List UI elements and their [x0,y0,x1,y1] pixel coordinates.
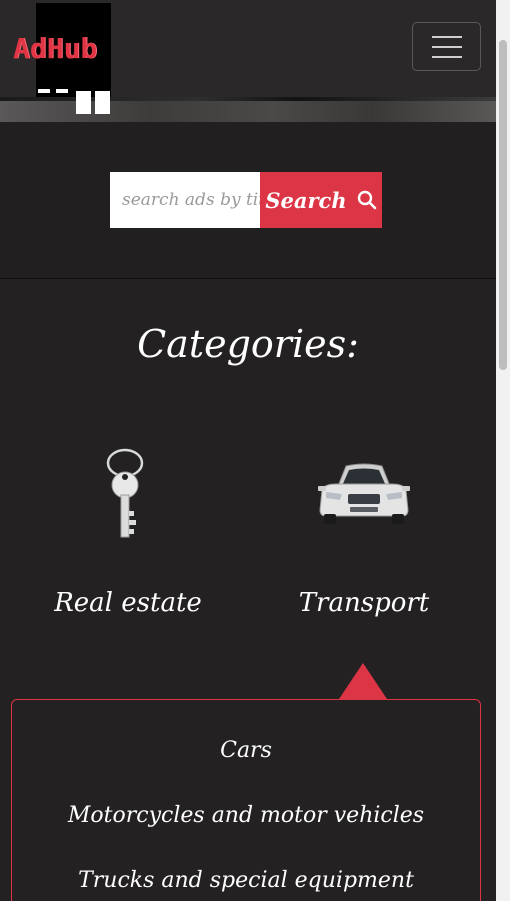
key-icon [106,448,144,538]
search-section: Search [0,122,496,279]
category-real-estate[interactable]: Real estate [38,440,218,618]
banner-image [0,97,496,122]
categories-title: Categories: [137,322,359,366]
subcategory-item-cars[interactable]: Cars [12,740,480,805]
logo-mark [38,89,50,93]
search-button-label: Search [265,187,347,213]
subcategory-item-trucks[interactable]: Trucks and special equipment [12,870,480,901]
scrollbar-thumb[interactable] [499,40,507,370]
scrollbar[interactable] [496,0,510,901]
search-input[interactable] [110,172,260,228]
category-label: Transport [298,588,430,618]
logo-mark [95,91,110,114]
navbar: AdHub [0,0,496,113]
search-button[interactable]: Search [260,172,382,228]
subcategory-panel: Cars Motorcycles and motor vehicles Truc… [11,699,481,901]
selected-category-pointer [339,663,387,699]
subcategory-item-motorcycles[interactable]: Motorcycles and motor vehicles [12,805,480,870]
search-icon [357,190,376,210]
menu-toggle-button[interactable] [412,22,481,71]
car-icon [318,463,410,524]
logo-text[interactable]: AdHub [13,32,97,65]
category-transport[interactable]: Transport [274,440,454,618]
category-label: Real estate [54,588,202,618]
page: AdHub Search Categories: [0,0,496,901]
logo-mark [76,91,91,114]
logo-mark [56,89,68,93]
